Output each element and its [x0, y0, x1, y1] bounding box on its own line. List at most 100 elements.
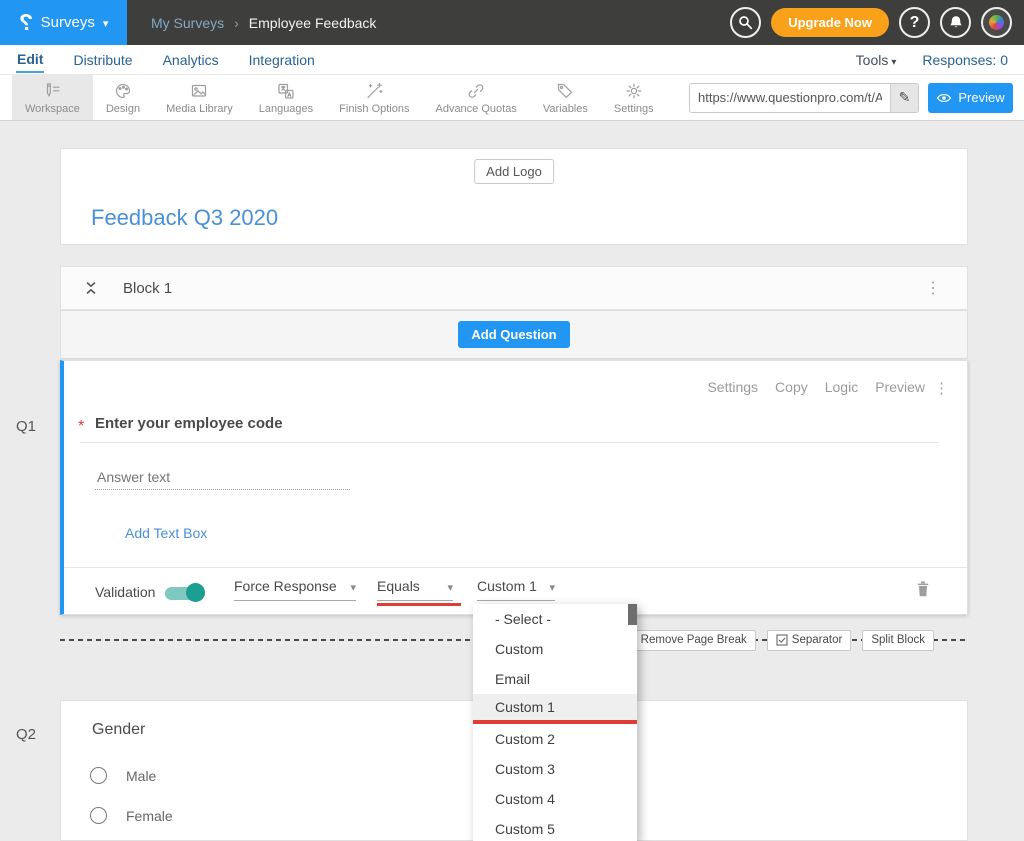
- dropdown-option[interactable]: Email: [473, 664, 637, 694]
- checkbox-checked-icon: [776, 634, 788, 646]
- toolbar-item-finish-options[interactable]: Finish Options: [326, 75, 422, 120]
- chevron-down-icon: [549, 578, 555, 594]
- dropdown-option[interactable]: Custom 2: [473, 724, 637, 754]
- add-question-band: Add Question: [60, 310, 968, 359]
- survey-editor-canvas: Add Logo Feedback Q3 2020 Block 1 Add Qu…: [0, 121, 1024, 841]
- dropdown-scrollbar-thumb[interactable]: [628, 604, 637, 625]
- bell-icon: [948, 14, 964, 31]
- force-response-select[interactable]: Force Response: [234, 578, 356, 601]
- breadcrumb: My Surveys Employee Feedback: [151, 15, 376, 31]
- tab-distribute[interactable]: Distribute: [72, 47, 133, 72]
- question-mark-icon: ?: [910, 14, 920, 32]
- add-logo-button[interactable]: Add Logo: [474, 159, 554, 184]
- validation-label: Validation: [95, 584, 155, 600]
- image-icon: [189, 81, 209, 101]
- top-navbar: ? Surveys My Surveys Employee Feedback U…: [0, 0, 1024, 45]
- gear-icon: [624, 81, 644, 101]
- search-icon: [737, 14, 754, 31]
- validation-type-select[interactable]: Custom 1: [477, 578, 555, 601]
- user-avatar[interactable]: [981, 7, 1012, 38]
- edit-url-pencil-icon[interactable]: [890, 84, 918, 112]
- toolbar-item-workspace[interactable]: Workspace: [12, 75, 93, 120]
- tag-icon: [555, 81, 575, 101]
- delete-validation-button[interactable]: [915, 580, 931, 603]
- workspace-icon: [42, 81, 62, 101]
- question-actions: Settings Copy Logic Preview: [707, 379, 925, 395]
- dropdown-option[interactable]: - Select -: [473, 604, 637, 634]
- notifications-button[interactable]: [940, 7, 971, 38]
- question-text[interactable]: Enter your employee code: [95, 415, 283, 432]
- validation-toggle[interactable]: [165, 585, 205, 601]
- radio-option-male[interactable]: Male: [90, 767, 156, 784]
- dropdown-option[interactable]: Custom: [473, 634, 637, 664]
- collapse-vertical-icon: [83, 279, 99, 297]
- validation-type-dropdown: - Select - Custom Email Custom 1 Custom …: [473, 604, 637, 841]
- page-break-buttons: Remove Page Break Separator Split Block: [616, 629, 934, 651]
- breadcrumb-my-surveys[interactable]: My Surveys: [151, 15, 224, 31]
- question-underline: [80, 442, 939, 443]
- questionpro-logo-icon: ?: [19, 9, 33, 36]
- editor-toolbar: Workspace Design Media Library Languages…: [0, 75, 1024, 121]
- collapse-block-button[interactable]: [83, 279, 99, 297]
- tab-analytics[interactable]: Analytics: [162, 47, 220, 72]
- palette-icon: [113, 81, 133, 101]
- block-title[interactable]: Block 1: [123, 280, 172, 297]
- survey-url-input[interactable]: [690, 84, 890, 112]
- chevron-down-icon: [447, 578, 453, 594]
- separator-button[interactable]: Separator: [767, 630, 852, 651]
- toolbar-item-languages[interactable]: Languages: [246, 75, 326, 120]
- required-asterisk: *: [78, 418, 84, 436]
- eye-icon: [936, 92, 952, 104]
- dropdown-option-selected[interactable]: Custom 1: [473, 694, 637, 720]
- question-copy-link[interactable]: Copy: [775, 379, 808, 395]
- breadcrumb-separator-icon: [234, 15, 239, 31]
- survey-header-card: Add Logo Feedback Q3 2020: [60, 148, 968, 245]
- dropdown-option[interactable]: Custom 4: [473, 784, 637, 814]
- question-logic-link[interactable]: Logic: [825, 379, 858, 395]
- survey-title[interactable]: Feedback Q3 2020: [91, 205, 278, 231]
- question-kebab-menu-icon[interactable]: [934, 379, 949, 397]
- dropdown-option[interactable]: Custom 3: [473, 754, 637, 784]
- answer-text-input[interactable]: [95, 465, 350, 490]
- add-question-button[interactable]: Add Question: [458, 321, 569, 348]
- brand-surveys-menu[interactable]: ? Surveys: [0, 0, 127, 45]
- chevron-down-icon: [350, 578, 356, 594]
- section-tabbar: Edit Distribute Analytics Integration To…: [0, 45, 1024, 75]
- block-kebab-menu-icon[interactable]: [925, 278, 943, 298]
- translate-icon: [276, 81, 296, 101]
- survey-url-field: [689, 83, 919, 113]
- preview-button[interactable]: Preview: [928, 83, 1013, 113]
- radio-icon: [90, 767, 107, 784]
- magic-wand-icon: [364, 81, 384, 101]
- chain-links-icon: [466, 81, 486, 101]
- toolbar-item-variables[interactable]: Variables: [530, 75, 601, 120]
- question-1-card: Settings Copy Logic Preview * Enter your…: [60, 360, 968, 615]
- tab-integration[interactable]: Integration: [248, 47, 316, 72]
- add-text-box-link[interactable]: Add Text Box: [125, 525, 207, 541]
- search-button[interactable]: [730, 7, 761, 38]
- question-preview-link[interactable]: Preview: [875, 379, 925, 395]
- split-block-button[interactable]: Split Block: [862, 630, 934, 651]
- tab-edit[interactable]: Edit: [16, 46, 44, 73]
- tabbar-right: Tools Responses: 0: [856, 52, 1008, 68]
- breadcrumb-current: Employee Feedback: [249, 15, 377, 31]
- question-text[interactable]: Gender: [92, 721, 145, 739]
- help-button[interactable]: ?: [899, 7, 930, 38]
- toggle-knob: [186, 583, 205, 602]
- chevron-down-icon: [103, 14, 109, 32]
- tools-menu[interactable]: Tools: [856, 52, 897, 68]
- toolbar-item-media-library[interactable]: Media Library: [153, 75, 246, 120]
- q1-label: Q1: [16, 418, 36, 435]
- question-settings-link[interactable]: Settings: [707, 379, 758, 395]
- trash-icon: [915, 580, 931, 598]
- radio-icon: [90, 807, 107, 824]
- block-header: Block 1: [60, 266, 968, 310]
- toolbar-item-advance-quotas[interactable]: Advance Quotas: [422, 75, 529, 120]
- operator-select[interactable]: Equals: [377, 578, 453, 601]
- toolbar-item-design[interactable]: Design: [93, 75, 153, 120]
- dropdown-option[interactable]: Custom 5: [473, 814, 637, 841]
- toolbar-item-settings[interactable]: Settings: [601, 75, 667, 120]
- responses-count[interactable]: Responses: 0: [922, 52, 1008, 68]
- radio-option-female[interactable]: Female: [90, 807, 173, 824]
- upgrade-now-button[interactable]: Upgrade Now: [771, 8, 889, 37]
